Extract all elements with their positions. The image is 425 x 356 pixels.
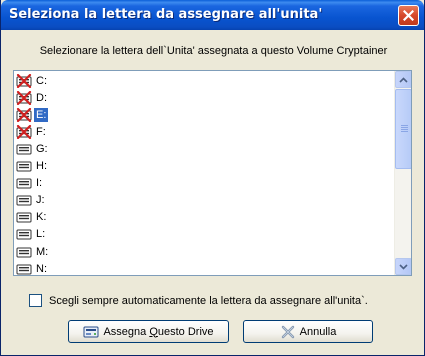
drive-letter-label: I: [36,177,43,190]
list-item-drive[interactable]: J: [16,192,47,209]
auto-assign-label: Scegli sempre automaticamente la lettera… [49,294,368,307]
list-item-drive[interactable]: I: [16,175,44,192]
drive-icon [16,159,32,173]
drive-icon [16,210,32,224]
window-title: Seleziona la lettera da assegnare all'un… [9,7,323,22]
drive-letter-list[interactable]: C: D: E: F: G: H: I: J: K: L: M: N: [13,70,412,276]
dialog-window: Seleziona la lettera da assegnare all'un… [0,0,425,356]
drive-icon [16,142,32,156]
drive-icon [16,176,32,190]
auto-assign-checkbox[interactable] [29,294,42,307]
list-item-drive[interactable]: E: [16,106,49,123]
list-item-drive[interactable]: M: [16,243,50,260]
drive-letter-label: C: [36,74,47,87]
list-item-drive[interactable]: G: [16,140,50,157]
instruction-text: Selezionare la lettera dell`Unita' asseg… [39,45,388,57]
drive-unavailable-icon [16,90,32,105]
drive-letter-label: J: [36,194,45,207]
drive-letter-label: F: [36,125,46,138]
scroll-thumb[interactable] [395,89,411,169]
drive-icon [16,193,32,207]
scroll-up-button[interactable] [395,71,411,88]
drive-list-items: C: D: E: F: G: H: I: J: K: L: M: N: [14,71,394,275]
assign-drive-button[interactable]: Assegna Questo Drive [68,320,229,343]
drive-assign-icon [83,324,99,340]
list-item-drive[interactable]: H: [16,158,49,175]
drive-unavailable-icon [16,107,32,122]
cancel-label: Annulla [299,325,337,338]
drive-letter-label: K: [36,211,47,224]
drive-unavailable-icon [16,124,32,139]
drive-letter-label: M: [36,245,49,258]
arrow-down-icon [399,263,408,270]
drive-icon [16,262,32,275]
list-item-drive[interactable]: N: [16,260,49,275]
drive-letter-label: H: [36,160,47,172]
arrow-up-icon [399,76,408,83]
list-item-drive[interactable]: L: [16,226,47,243]
scroll-down-button[interactable] [395,258,411,275]
list-item-drive[interactable]: C: [16,72,49,89]
drive-letter-label: G: [36,142,48,155]
drive-icon [16,227,32,241]
title-bar[interactable]: Seleziona la lettera da assegnare all'un… [1,0,424,30]
drive-icon [16,245,32,259]
vertical-scrollbar[interactable] [394,71,411,275]
drive-unavailable-icon [16,73,32,88]
list-item-drive[interactable]: D: [16,89,49,106]
list-item-drive[interactable]: F: [16,123,48,140]
assign-drive-label: Assegna Questo Drive [103,325,214,338]
auto-assign-option[interactable]: Scegli sempre automaticamente la lettera… [29,294,368,307]
cancel-button[interactable]: Annulla [243,320,373,343]
drive-letter-label: E: [34,107,49,122]
drive-letter-label: D: [36,91,47,104]
cancel-x-icon [280,324,296,340]
close-button[interactable] [398,5,419,26]
list-item-drive[interactable]: K: [16,209,48,226]
close-icon [403,10,414,21]
drive-letter-label: N: [36,262,47,275]
drive-letter-label: L: [36,228,46,241]
